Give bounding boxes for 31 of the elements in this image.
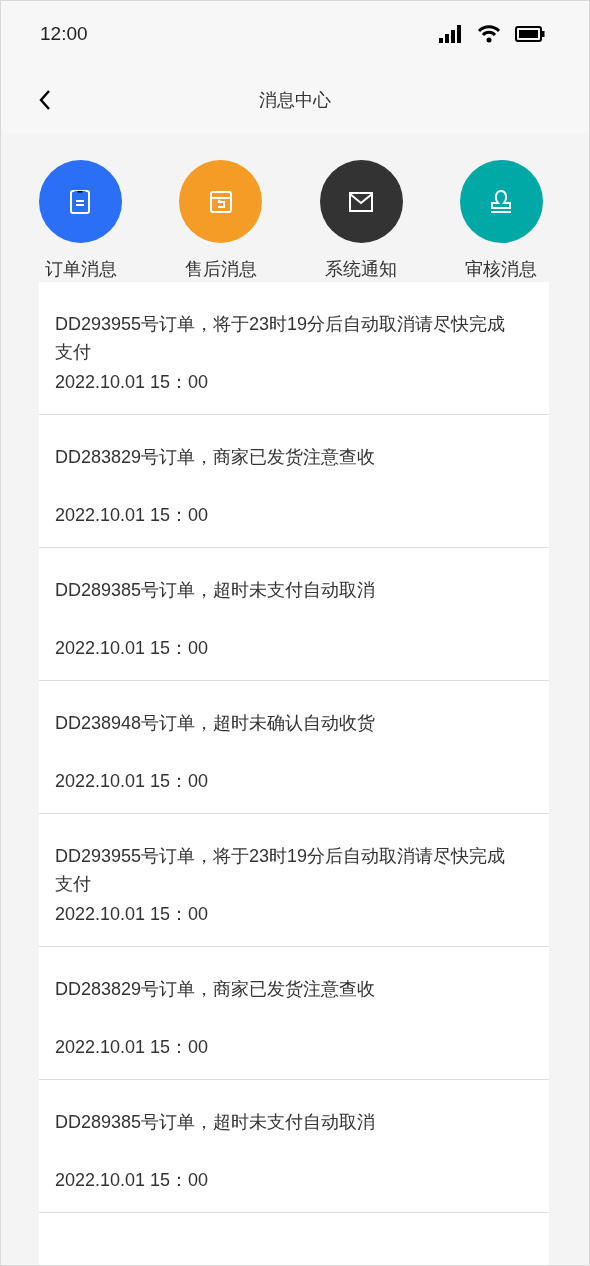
message-text: DD289385号订单，超时未支付自动取消 xyxy=(55,1111,377,1134)
message-time: 2022.10.01 15：00 xyxy=(55,371,210,394)
message-text: DD293955号订单，将于23时19分后自动取消请尽快完成支付 xyxy=(55,845,507,896)
message-text: DD289385号订单，超时未支付自动取消 xyxy=(55,579,377,602)
message-item[interactable]: DD238948号订单，超时未确认自动收货 2022.10.01 15：00 xyxy=(39,681,549,814)
signal-icon xyxy=(439,25,463,43)
message-item[interactable]: DD289385号订单，超时未支付自动取消 2022.10.01 15：00 xyxy=(39,548,549,681)
category-label[interactable]: 售后消息 xyxy=(184,257,257,281)
message-item[interactable]: DD289385号订单，超时未支付自动取消 2022.10.01 15：00 xyxy=(39,1080,549,1213)
back-icon[interactable] xyxy=(38,89,52,111)
message-time: 2022.10.01 15：00 xyxy=(55,1036,210,1059)
message-text: DD238948号订单，超时未确认自动收货 xyxy=(55,712,377,735)
message-text: DD283829号订单，商家已发货注意查收 xyxy=(55,446,377,469)
message-text: DD283829号订单，商家已发货注意查收 xyxy=(55,978,377,1001)
category-label[interactable]: 订单消息 xyxy=(44,257,117,281)
message-time: 2022.10.01 15：00 xyxy=(55,504,210,527)
message-time: 2022.10.01 15：00 xyxy=(55,770,210,793)
battery-icon xyxy=(515,26,545,42)
page-title: 消息中心 xyxy=(259,89,331,112)
wifi-icon xyxy=(477,25,501,43)
message-time: 2022.10.01 15：00 xyxy=(55,637,210,660)
message-item[interactable]: DD283829号订单，商家已发货注意查收 2022.10.01 15：00 xyxy=(39,947,549,1080)
message-item[interactable]: DD293955号订单，将于23时19分后自动取消请尽快完成支付 2022.10.01 15：00 xyxy=(39,814,549,947)
message-text: DD293955号订单，将于23时19分后自动取消请尽快完成支付 xyxy=(55,313,507,364)
message-time: 2022.10.01 15：00 xyxy=(55,1169,210,1192)
category-label[interactable]: 系统通知 xyxy=(325,257,398,281)
message-time: 2022.10.01 15：00 xyxy=(55,903,210,926)
category-label[interactable]: 审核消息 xyxy=(465,257,538,281)
message-item[interactable]: DD283829号订单，商家已发货注意查收 2022.10.01 15：00 xyxy=(39,415,549,548)
message-item[interactable]: DD293955号订单，将于23时19分后自动取消请尽快完成支付 2022.10.01 15：00 xyxy=(39,282,549,415)
status-time: 12:00 xyxy=(40,23,88,45)
